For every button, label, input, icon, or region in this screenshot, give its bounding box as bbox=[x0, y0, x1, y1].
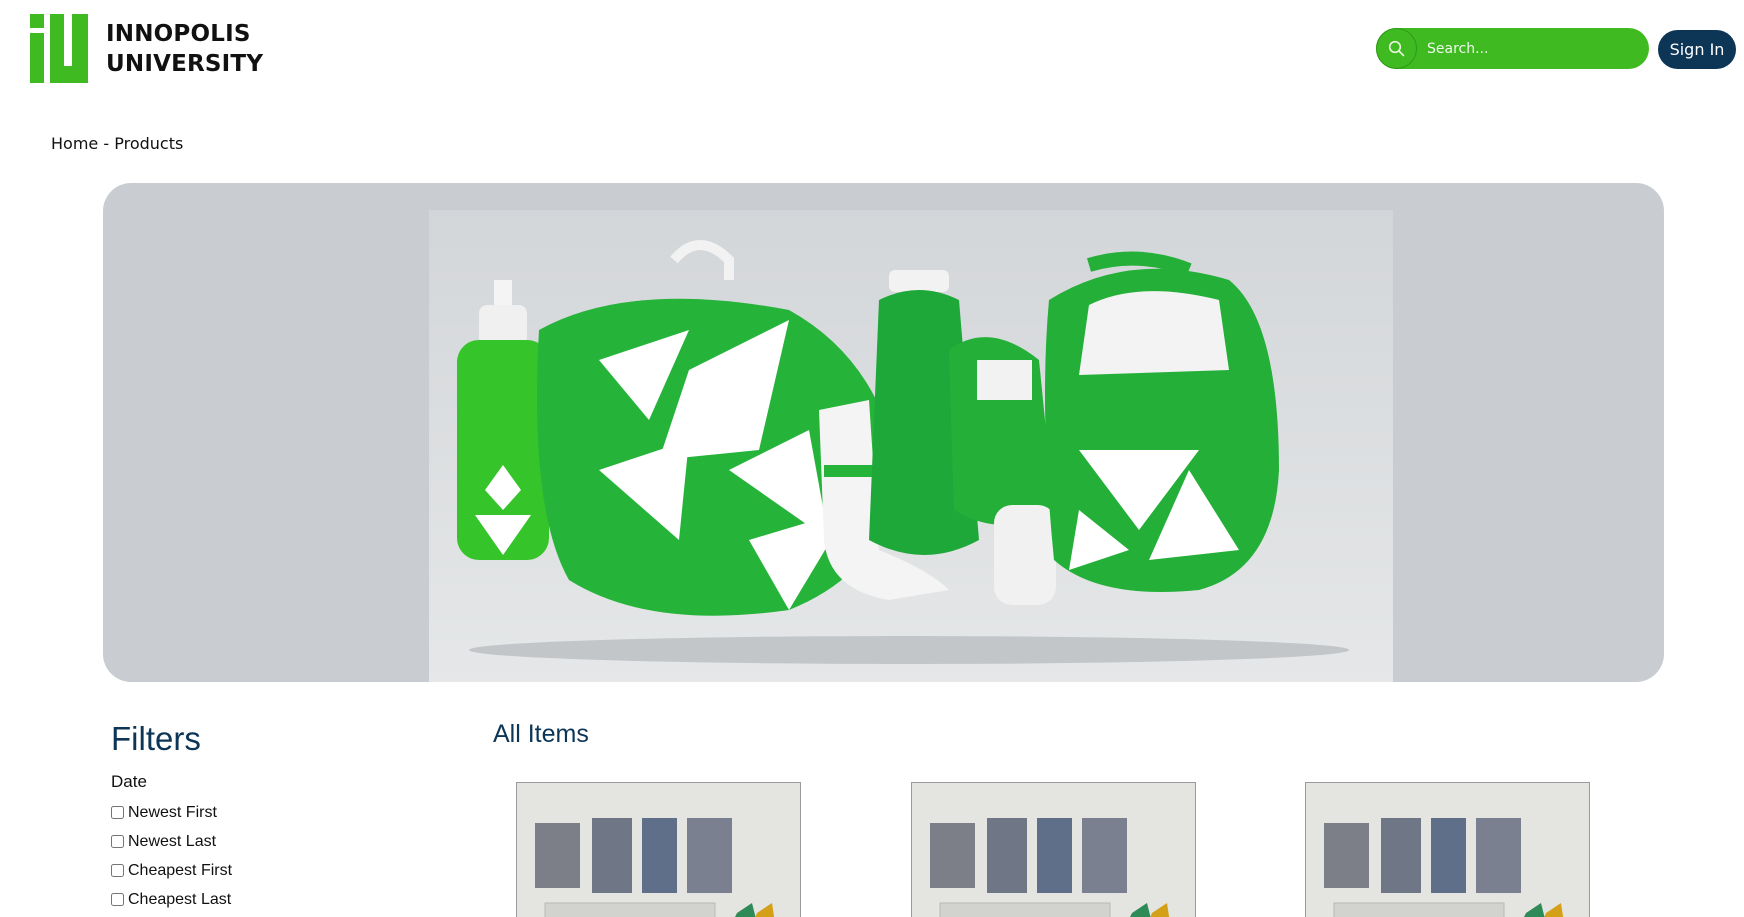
filter-cheapest-first-checkbox[interactable] bbox=[111, 864, 124, 877]
filter-option-label: Cheapest First bbox=[128, 861, 233, 879]
brand-line-1: INNOPOLIS bbox=[106, 20, 251, 47]
product-image bbox=[912, 783, 1195, 917]
breadcrumb-separator: - bbox=[103, 134, 110, 153]
product-image bbox=[517, 783, 800, 917]
all-items-title: All Items bbox=[493, 720, 589, 748]
breadcrumb-home[interactable]: Home bbox=[51, 134, 98, 153]
filter-option-label: Cheapest Last bbox=[128, 890, 232, 908]
sign-in-button[interactable]: Sign In bbox=[1658, 30, 1736, 69]
filter-newest-first-checkbox[interactable] bbox=[111, 806, 124, 819]
search-bar[interactable] bbox=[1376, 28, 1649, 69]
search-button[interactable] bbox=[1376, 28, 1417, 69]
search-icon bbox=[1388, 40, 1405, 57]
search-input[interactable] bbox=[1425, 39, 1639, 58]
filter-option-label: Newest First bbox=[128, 803, 217, 821]
filter-group-date: Date bbox=[111, 772, 147, 791]
hero-banner bbox=[103, 183, 1664, 682]
breadcrumb: Home - Products bbox=[51, 134, 183, 153]
hero-products-illustration bbox=[457, 240, 1349, 664]
page: INNOPOLIS UNIVERSITY Sign In Home - Prod… bbox=[0, 0, 1744, 917]
hero-image bbox=[429, 210, 1393, 682]
product-image bbox=[1306, 783, 1589, 917]
breadcrumb-current: Products bbox=[114, 134, 184, 153]
logo[interactable]: INNOPOLIS UNIVERSITY bbox=[30, 14, 263, 83]
filter-newest-last[interactable]: Newest Last bbox=[111, 827, 411, 856]
filter-newest-first[interactable]: Newest First bbox=[111, 798, 411, 827]
filter-newest-last-checkbox[interactable] bbox=[111, 835, 124, 848]
filters-title: Filters bbox=[111, 720, 201, 757]
brand-line-2: UNIVERSITY bbox=[106, 50, 264, 77]
filter-cheapest-last[interactable]: Cheapest Last bbox=[111, 885, 411, 914]
filter-cheapest-first[interactable]: Cheapest First bbox=[111, 856, 411, 885]
product-card[interactable] bbox=[516, 782, 801, 917]
logo-mark bbox=[30, 14, 88, 83]
filter-cheapest-last-checkbox[interactable] bbox=[111, 893, 124, 906]
product-card[interactable] bbox=[911, 782, 1196, 917]
product-card[interactable] bbox=[1305, 782, 1590, 917]
filters-panel: Filters Date Newest First Newest Last Ch… bbox=[111, 720, 411, 914]
filter-option-label: Newest Last bbox=[128, 832, 217, 850]
